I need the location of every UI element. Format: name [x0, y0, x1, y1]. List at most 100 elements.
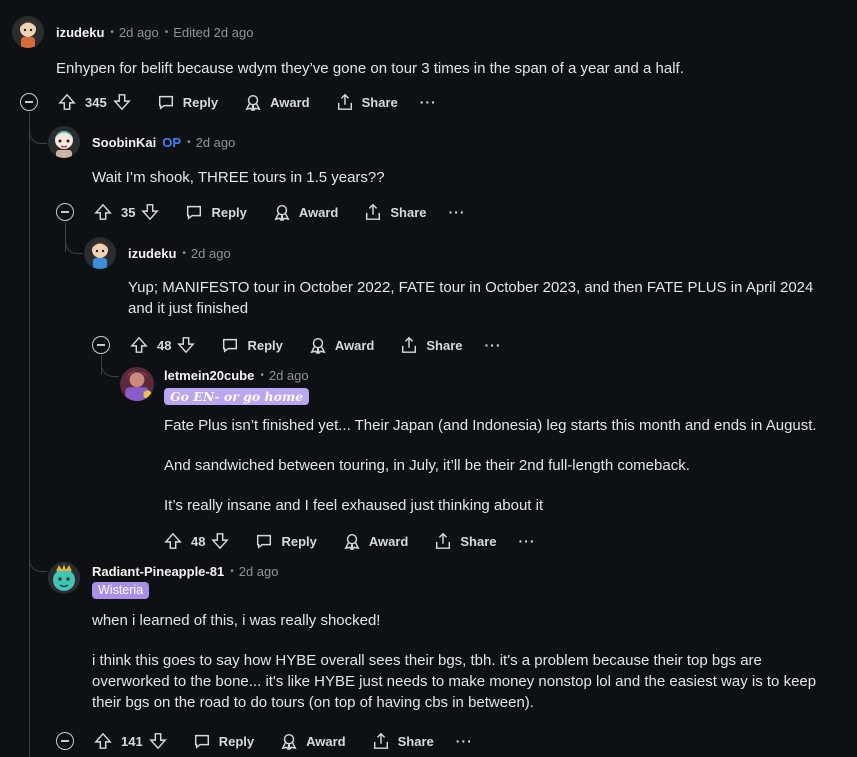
share-icon — [366, 203, 381, 220]
collapse-icon[interactable] — [56, 732, 74, 750]
username[interactable]: izudeku — [128, 246, 176, 261]
upvote-icon[interactable] — [58, 93, 76, 111]
share-label: Share — [390, 204, 427, 220]
downvote-icon[interactable] — [177, 336, 196, 354]
avatar[interactable] — [48, 562, 80, 594]
upvote-icon[interactable] — [164, 532, 182, 550]
thread-branch — [65, 222, 83, 254]
comment-thread: izudeku • 2d ago • Edited 2d ago Enhypen… — [0, 0, 857, 757]
username[interactable]: SoobinKai — [92, 135, 156, 150]
reply-button[interactable]: Reply — [255, 532, 317, 550]
timestamp[interactable]: 2d ago — [119, 25, 159, 40]
award-button[interactable]: Award — [309, 336, 375, 354]
action-bar: 35 Reply Award Share ··· — [56, 200, 466, 224]
comment-text: when i learned of this, i was really sho… — [92, 612, 381, 629]
downvote-icon[interactable] — [148, 732, 167, 750]
vote-count: 345 — [85, 94, 107, 110]
username[interactable]: izudeku — [56, 25, 104, 40]
avatar[interactable] — [120, 367, 154, 401]
award-icon — [274, 204, 290, 221]
more-options-icon[interactable]: ··· — [456, 733, 473, 749]
award-button[interactable]: Award — [244, 93, 310, 111]
award-label: Award — [306, 733, 346, 749]
timestamp[interactable]: 2d ago — [269, 368, 309, 383]
action-bar: 141 Reply Award Share ··· — [56, 729, 473, 753]
downvote-icon[interactable] — [112, 93, 131, 111]
award-label: Award — [368, 533, 409, 549]
avatar[interactable] — [84, 237, 116, 269]
award-label: Award — [270, 94, 310, 110]
award-button[interactable]: Award — [280, 732, 346, 750]
comment-text: Enhypen for belift because wdym they’ve … — [56, 60, 684, 77]
collapse-icon[interactable] — [20, 93, 38, 111]
action-bar: 48 Reply Award Share ··· — [92, 333, 502, 357]
avatar[interactable] — [12, 16, 44, 48]
separator-dot: • — [260, 369, 264, 381]
reply-label: Reply — [247, 337, 283, 353]
user-flair: Wisteria — [92, 582, 150, 599]
vote-count: 141 — [121, 733, 143, 749]
award-label: Award — [298, 204, 339, 220]
share-button[interactable]: Share — [434, 532, 497, 550]
collapse-icon[interactable] — [92, 336, 110, 354]
share-label: Share — [460, 533, 497, 549]
timestamp[interactable]: 2d ago — [191, 246, 231, 261]
comment-header: izudeku • 2d ago — [128, 243, 231, 263]
share-button[interactable]: Share — [364, 203, 427, 221]
downvote-icon[interactable] — [141, 203, 160, 221]
share-label: Share — [397, 733, 434, 749]
award-label: Award — [334, 337, 375, 353]
downvote-icon[interactable] — [211, 532, 230, 550]
share-button[interactable]: Share — [372, 732, 434, 750]
reply-button[interactable]: Reply — [221, 336, 283, 354]
share-label: Share — [426, 337, 463, 353]
separator-dot: • — [230, 565, 234, 577]
vote-control: 141 — [94, 732, 167, 750]
vote-control: 48 — [130, 336, 196, 354]
more-options-icon[interactable]: ··· — [485, 337, 502, 353]
comment-body: Fate Plus isn’t finished yet... Their Ja… — [164, 415, 854, 535]
vote-control: 48 — [164, 532, 230, 550]
award-button[interactable]: Award — [343, 532, 409, 550]
username[interactable]: Radiant-Pineapple-81 — [92, 564, 224, 579]
upvote-icon[interactable] — [130, 336, 148, 354]
reply-icon — [187, 205, 202, 220]
comment-text: Yup; MANIFESTO tour in October 2022, FAT… — [128, 279, 814, 317]
comment-text: It’s really insane and I feel exhaused j… — [164, 497, 544, 514]
reply-label: Reply — [218, 733, 255, 749]
vote-control: 345 — [58, 93, 131, 111]
share-button[interactable]: Share — [336, 93, 398, 111]
share-icon — [436, 532, 451, 549]
more-options-icon[interactable]: ··· — [420, 94, 437, 110]
vote-count: 35 — [121, 204, 136, 220]
collapse-icon[interactable] — [56, 203, 74, 221]
username[interactable]: letmein20cube — [164, 368, 254, 383]
comment-header: Radiant-Pineapple-81 • 2d ago — [92, 561, 278, 581]
upvote-icon[interactable] — [94, 732, 112, 750]
award-icon — [344, 533, 360, 550]
vote-count: 48 — [157, 337, 172, 353]
reply-button[interactable]: Reply — [157, 93, 218, 111]
award-button[interactable]: Award — [273, 203, 339, 221]
avatar[interactable] — [48, 126, 80, 158]
separator-dot: • — [110, 26, 114, 38]
reply-icon — [223, 338, 238, 353]
op-badge: OP — [162, 134, 182, 150]
award-icon — [281, 733, 297, 750]
edited-label: Edited 2d ago — [173, 24, 254, 40]
vote-count: 48 — [191, 533, 206, 549]
share-button[interactable]: Share — [400, 336, 463, 354]
comment-header: izudeku • 2d ago • Edited 2d ago — [56, 22, 253, 42]
comment-text: Wait I’m shook, THREE tours in 1.5 years… — [92, 169, 385, 186]
action-bar: 345 Reply Award Share ··· — [20, 90, 437, 114]
award-icon — [245, 94, 261, 111]
reply-button[interactable]: Reply — [193, 732, 254, 750]
more-options-icon[interactable]: ··· — [519, 533, 536, 549]
timestamp[interactable]: 2d ago — [196, 135, 236, 150]
upvote-icon[interactable] — [94, 203, 112, 221]
comment-text: i think this goes to say how HYBE overal… — [92, 652, 817, 711]
reply-button[interactable]: Reply — [185, 203, 247, 221]
timestamp[interactable]: 2d ago — [239, 564, 279, 579]
more-options-icon[interactable]: ··· — [449, 204, 466, 220]
thread-branch — [101, 355, 119, 377]
